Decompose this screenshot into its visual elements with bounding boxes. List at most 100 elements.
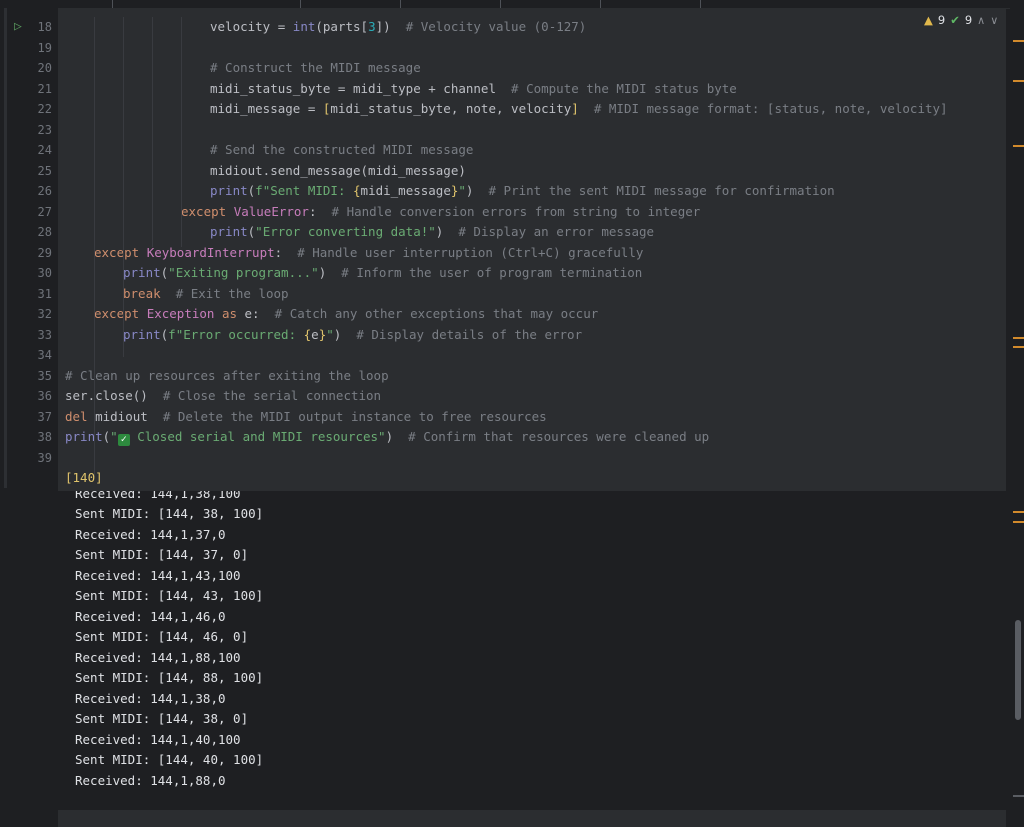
line-number: 21	[37, 81, 52, 96]
code-token: KeyboardInterrupt	[146, 244, 275, 260]
code-token: Closed serial and MIDI resources"	[129, 429, 386, 444]
error-stripe-mark[interactable]	[1013, 337, 1024, 339]
output-line: Sent MIDI: [144, 46, 0]	[75, 629, 249, 644]
error-stripe-mark[interactable]	[1013, 145, 1024, 147]
code-line[interactable]: 32 except Exception as e: # Catch any oth…	[0, 304, 1010, 325]
error-stripe-mark[interactable]	[1013, 346, 1024, 348]
output-line: Received: 144,1,88,100	[75, 649, 241, 665]
line-number: 35	[37, 368, 52, 383]
code-token: "Exiting program..."	[168, 265, 319, 280]
warning-count: 9	[937, 13, 946, 27]
code-token: f"Error occurred:	[168, 326, 304, 342]
code-token: print	[65, 429, 103, 444]
code-token: :	[308, 203, 332, 219]
toolbar-divider	[112, 0, 113, 8]
code-token: ]	[571, 101, 579, 116]
code-line[interactable]: 33 print(f"Error occurred: {e}") # Displa…	[0, 325, 1010, 346]
line-number: 38	[37, 430, 52, 444]
code-text: except Exception as e: # Catch any other…	[94, 304, 598, 325]
code-token: # Display an error message	[458, 224, 655, 239]
code-token: midi_status_byte = midi_type + channel	[210, 80, 512, 96]
output-line: Received: 144,1,43,100	[75, 567, 241, 583]
run-cell-icon[interactable]: ▷	[14, 17, 22, 38]
code-line[interactable]: 35 # Clean up resources after exiting the…	[0, 366, 1010, 387]
code-line[interactable]: 38 print(" ✓ Closed serial and MIDI resour…	[0, 427, 1010, 448]
code-token: "	[110, 429, 118, 444]
output-line: Sent MIDI: [144, 37, 0]	[75, 547, 249, 562]
code-token: 3	[368, 19, 376, 34]
code-token: except	[94, 244, 147, 260]
code-line[interactable]: 37 del midiout # Delete the MIDI output i…	[0, 407, 1010, 428]
output-line: Sent MIDI: [144, 88, 100]	[75, 670, 264, 685]
line-number: 30	[37, 266, 52, 280]
line-number: 29	[37, 245, 52, 260]
error-stripe-mark[interactable]	[1013, 80, 1024, 82]
code-token: except	[181, 203, 234, 219]
code-token: # Send the constructed MIDI message	[210, 142, 474, 157]
code-line[interactable]: 30 print("Exiting program...") # Inform t…	[0, 263, 1010, 284]
next-code-cell[interactable]	[58, 810, 1006, 827]
code-text: # Send the constructed MIDI message	[210, 140, 473, 161]
code-token: (parts[	[315, 19, 369, 34]
execution-count: [140]	[65, 470, 103, 485]
line-number: 26	[37, 184, 52, 198]
code-token: int	[292, 19, 316, 34]
line-number: 25	[37, 163, 52, 178]
line-number: 32	[37, 307, 52, 321]
code-text: break # Exit the loop	[123, 284, 289, 305]
output-line: Sent MIDI: [144, 38, 0]	[75, 711, 249, 726]
error-stripe-mark[interactable]	[1013, 521, 1024, 523]
code-line[interactable]: 31 break # Exit the loop	[0, 284, 1010, 305]
code-text: midi_message = [midi_status_byte, note, …	[210, 99, 948, 120]
line-number: 24	[37, 143, 52, 157]
error-stripe-mark[interactable]	[1013, 40, 1024, 42]
chevron-down-icon[interactable]: ∨	[990, 14, 998, 27]
code-line[interactable]: 36 ser.close() # Close the serial connect…	[0, 386, 1010, 407]
code-token: # Display details of the error	[356, 326, 583, 342]
line-number: 20	[37, 61, 52, 75]
inspection-widget[interactable]: ▲ 9 ✔ 9 ∧ ∨	[924, 10, 998, 30]
toolbar-divider	[400, 0, 401, 8]
code-token: # Handle conversion errors from string t…	[331, 203, 701, 219]
code-token: except	[94, 306, 147, 321]
code-text: print("Exiting program...") # Inform the…	[123, 263, 642, 284]
code-text: print("Error converting data!") # Displa…	[210, 222, 654, 243]
output-line: Sent MIDI: [144, 40, 100]	[75, 752, 264, 767]
toolbar-divider	[700, 0, 701, 8]
toolbar-divider	[500, 0, 501, 8]
line-number: 18	[37, 20, 52, 34]
code-line[interactable]: 34	[0, 345, 1010, 366]
code-line[interactable]: 39	[0, 448, 1010, 469]
output-line: Received: 144,1,88,0	[75, 772, 226, 788]
output-line: Sent MIDI: [144, 43, 100]	[75, 588, 264, 603]
code-token: # Clean up resources after exiting the l…	[65, 367, 389, 383]
line-number: 36	[37, 389, 52, 403]
code-token: # Compute the MIDI status byte	[511, 80, 737, 96]
code-token: velocity =	[210, 19, 293, 34]
line-number: 34	[37, 348, 52, 362]
chevron-up-icon[interactable]: ∧	[977, 14, 985, 27]
code-token: "Error converting data!"	[255, 224, 436, 239]
code-token: # Exit the loop	[175, 285, 289, 301]
line-number: 23	[37, 122, 52, 137]
error-stripe-mark[interactable]	[1013, 511, 1024, 513]
code-text: ser.close() # Close the serial connectio…	[65, 386, 381, 407]
error-stripe-mark[interactable]	[1013, 795, 1024, 797]
code-token: )	[435, 224, 459, 239]
code-token: break	[123, 285, 161, 301]
code-text: velocity = int(parts[3]) # Velocity valu…	[210, 17, 586, 38]
code-token: # Handle user interruption (Ctrl+C) grac…	[297, 244, 644, 260]
code-token: "	[326, 326, 334, 342]
code-text: # Clean up resources after exiting the l…	[65, 366, 389, 387]
line-number: 22	[37, 102, 52, 116]
cell-output[interactable]: Received: 144,1,38,100 Sent MIDI: [144, 3…	[58, 491, 1006, 791]
weak-warning-count: 9	[964, 13, 973, 27]
code-token: print	[210, 224, 248, 239]
check-mark-emoji: ✓	[117, 434, 130, 446]
indent-guide	[181, 17, 182, 247]
scrollbar-thumb[interactable]	[1015, 620, 1021, 720]
code-token: e:	[244, 306, 275, 321]
code-token: ])	[375, 19, 406, 34]
output-line: Received: 144,1,40,100	[75, 731, 241, 747]
